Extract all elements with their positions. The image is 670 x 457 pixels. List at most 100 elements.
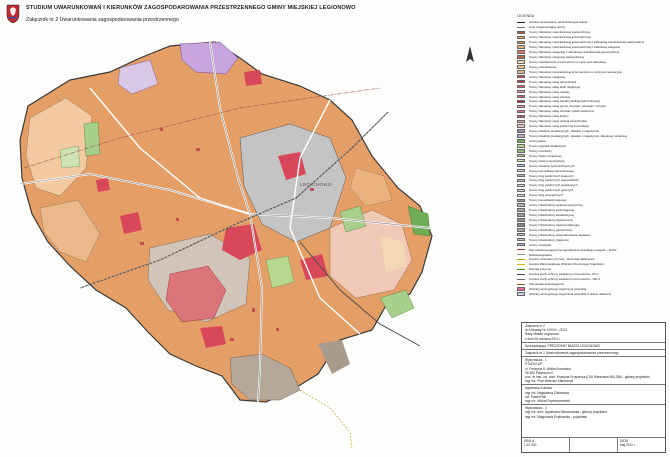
legend-swatch bbox=[517, 124, 525, 128]
legend-swatch bbox=[517, 80, 525, 84]
legend-label: Tereny zabudowy usług administracji bbox=[529, 79, 577, 84]
legend-label: Tereny zabudowy mieszkaniowej jednorodzi… bbox=[529, 40, 645, 45]
signature: Sporządzający: PREZYDENT MIASTA LEGIONOW… bbox=[522, 343, 665, 351]
team-3: Wykonawca - 2 mgr inż. arch. Agnieszka N… bbox=[525, 406, 607, 419]
legend-swatch bbox=[517, 278, 525, 280]
legend-label: Tereny zabudowy usługowej bbox=[529, 74, 566, 79]
legend-label: Tereny infrastruktury ciepłowniczej bbox=[529, 217, 574, 222]
place-label: LEGIONOWO bbox=[300, 182, 332, 187]
north-arrow-icon bbox=[466, 46, 474, 62]
legend-swatch bbox=[517, 65, 525, 69]
legend-label: Tereny zabudowy usługowej z zabudową mie… bbox=[529, 50, 620, 55]
legend-swatch bbox=[517, 104, 525, 109]
legend-label: Tereny zabudowy usług zdrowia i opieki s… bbox=[529, 109, 595, 114]
legend-label: Tereny zabudowy usług kultury bbox=[529, 114, 569, 119]
title-block-footer: SKALA 1:10 000 DATA Maj 2011 r. bbox=[522, 437, 665, 452]
legend-swatch bbox=[517, 173, 525, 178]
document-title: STUDIUM UWARUNKOWAŃ I KIERUNKÓW ZAGOSPOD… bbox=[26, 5, 356, 11]
legend-swatch bbox=[517, 178, 525, 183]
legend-swatch bbox=[517, 254, 525, 256]
legend-label: Tereny mieszkaniowe przeznaczone w mpzp … bbox=[529, 59, 606, 64]
legend-swatch bbox=[517, 159, 525, 163]
legend-swatch bbox=[517, 198, 525, 202]
legend-label: Pomniki przyrody bbox=[529, 267, 552, 272]
legend-swatch bbox=[517, 249, 525, 251]
legend-swatch bbox=[517, 134, 525, 138]
legend-label: Tereny zabudowy usług kultu religijnego bbox=[529, 84, 581, 89]
legend-label: Granice rezerwatu przyrody - Rezerwat Ja… bbox=[529, 257, 595, 262]
legend-swatch bbox=[517, 193, 525, 197]
legend-swatch bbox=[517, 45, 525, 49]
legend: LEGENDA Granica opracowania, administrac… bbox=[514, 14, 666, 312]
legend-label: Tereny obiektów hydrotechnicznych bbox=[529, 163, 575, 168]
legend-swatch bbox=[517, 273, 525, 275]
document-sheet: STUDIUM UWARUNKOWAŃ I KIERUNKÓW ZAGOSPOD… bbox=[0, 0, 670, 457]
legend-swatch bbox=[517, 35, 525, 39]
legend-swatch bbox=[517, 119, 525, 123]
legend-swatch bbox=[517, 139, 525, 143]
legend-swatch bbox=[517, 75, 525, 79]
legend-swatch bbox=[517, 223, 525, 227]
legend-swatch bbox=[517, 163, 525, 168]
legend-label: Tereny ogrodów działkowych bbox=[529, 143, 566, 148]
legend-label: Tereny wojskowe bbox=[529, 242, 552, 247]
legend-label: Tereny infrastruktury wodociągowej bbox=[529, 208, 575, 213]
legend-swatch bbox=[517, 26, 525, 28]
team-1: Wykonawca - 1 STUDIO AP ul. Fenicyna 6, … bbox=[522, 357, 665, 386]
legend-swatch bbox=[517, 114, 525, 118]
legend-swatch bbox=[517, 292, 525, 296]
legend-label: Tereny dróg publicznych wojewódzkich bbox=[529, 178, 579, 183]
legend-swatch bbox=[517, 213, 525, 217]
legend-swatch bbox=[517, 50, 525, 54]
legend-label: Niedoszlagowane bbox=[529, 252, 552, 257]
legend-swatch bbox=[517, 60, 525, 64]
legend-swatch bbox=[517, 144, 525, 148]
attachment-note: Załącznik nr 2 do Uchwały Nr XXXIV/.../2… bbox=[522, 323, 665, 343]
legend-swatch bbox=[517, 168, 525, 173]
legend-swatch bbox=[517, 183, 525, 188]
legend-label: Granica strefy ochrony sanitarnej od cme… bbox=[529, 277, 601, 282]
legend-label: Tereny obiektów produkcyjnych, składów i… bbox=[529, 134, 628, 139]
legend-label: Tereny komunikacji samochodowej bbox=[529, 168, 574, 173]
legend-label: Tereny zabudowy usług publicznej komunik… bbox=[529, 124, 589, 129]
legend-label: Tereny zabudowy mieszkaniowej przeznaczo… bbox=[529, 69, 623, 74]
legend-swatch bbox=[517, 99, 525, 104]
legend-label: Tereny komunikacji kolejowej bbox=[529, 198, 567, 203]
legend-swatch bbox=[517, 203, 525, 207]
legend-label: Tereny zabudowy mieszkaniowej jednorodzi… bbox=[529, 35, 591, 40]
legend-label: Tereny infrastruktury elektroenergetyczn… bbox=[529, 203, 583, 208]
legend-label: Tereny infrastruktury gospodarowania odp… bbox=[529, 232, 591, 237]
legend-swatch bbox=[517, 84, 525, 89]
legend-label: Tereny zabudowy usług sportu, turystyki,… bbox=[529, 104, 606, 109]
legend-item: Obszary szczególnego zagrożenia powodzią… bbox=[514, 292, 666, 297]
legend-items: Granica opracowania, administracyjna mia… bbox=[514, 20, 666, 297]
land-use-map[interactable]: LEGIONOWO bbox=[0, 28, 510, 454]
legend-label: Sieć elektroenergetyczna napowietrzna wy… bbox=[529, 247, 617, 252]
legend-label: Granica opracowania, administracyjna mia… bbox=[529, 20, 588, 25]
legend-swatch bbox=[517, 233, 525, 237]
legend-label: Obszary szczególnego zagrożenia powodzią bbox=[529, 287, 587, 292]
legend-item: Tereny zabudowy mieszkaniowej jednorodzi… bbox=[514, 40, 666, 45]
legend-label: Tereny infrastruktury telekomunikacyjnej bbox=[529, 222, 581, 227]
legend-swatch bbox=[517, 258, 525, 260]
legend-label: Tereny zabudowy usługowej wielorodzinnej bbox=[529, 55, 585, 60]
legend-swatch bbox=[517, 89, 525, 94]
legend-label: Tereny dróg wewnętrznych bbox=[529, 193, 564, 198]
legend-swatch bbox=[517, 94, 525, 99]
legend-label: Tereny infrastruktury (zaplecze) bbox=[529, 237, 570, 242]
legend-swatch bbox=[517, 40, 525, 44]
legend-label: Stanowiska archeologiczne bbox=[529, 282, 565, 287]
legend-swatch bbox=[517, 218, 525, 222]
legend-label: Granice Warszawskiego Obszaru Chronioneg… bbox=[529, 262, 604, 267]
legend-label: Tereny zabudowy usług oświaty bbox=[529, 89, 570, 94]
legend-swatch bbox=[517, 263, 525, 265]
legend-label: Tereny dróg publicznych powiatowych bbox=[529, 183, 578, 188]
legend-label: Obszary szczególnego zagrożenia powodzią… bbox=[529, 292, 612, 297]
legend-label: Tereny infrastruktury kanalizacyjnej bbox=[529, 213, 574, 218]
team-2: Agnieszka Kubiska mgr inż. Magdalena Żół… bbox=[522, 385, 665, 406]
document-subtitle: Załącznik nr 2 Uwarunkowania zagospodaro… bbox=[26, 17, 179, 23]
subject: Załącznik nr 2 Uwarunkowania zagospodaro… bbox=[522, 350, 665, 358]
legend-label: Tereny zieleni urządzonej bbox=[529, 153, 562, 158]
legend-swatch bbox=[517, 30, 525, 35]
title-block: Załącznik nr 2 do Uchwały Nr XXXIV/.../2… bbox=[521, 322, 666, 453]
